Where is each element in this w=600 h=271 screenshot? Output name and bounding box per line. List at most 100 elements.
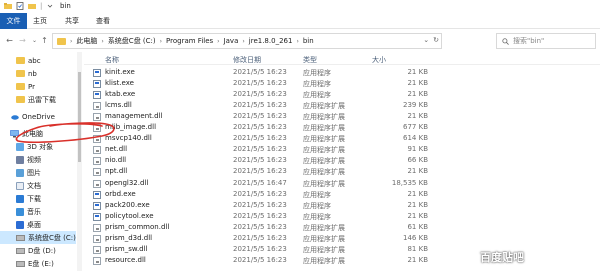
properties-icon[interactable]	[16, 2, 24, 10]
folder-icon	[16, 83, 25, 90]
file-name: policytool.exe	[105, 212, 154, 220]
table-row[interactable]: orbd.exe 2021/5/5 16:23 应用程序 21 KB	[84, 190, 600, 200]
table-row[interactable]: kinit.exe 2021/5/5 16:23 应用程序 21 KB	[84, 68, 600, 78]
sidebar-item-label: 图片	[27, 168, 41, 177]
file-name: opengl32.dll	[105, 179, 149, 187]
sidebar-item-abc[interactable]: abc	[16, 54, 41, 67]
exe-file-icon	[93, 91, 101, 99]
sidebar-item-pictures[interactable]: 图片	[16, 166, 41, 179]
sidebar-item-label: 桌面	[27, 220, 41, 229]
sidebar-item-label: D盘 (D:)	[28, 246, 56, 255]
header-divider	[84, 64, 600, 65]
file-size: 146 KB	[403, 234, 428, 242]
dll-file-icon	[93, 102, 101, 110]
table-row[interactable]: prism_d3d.dll 2021/5/5 16:23 应用程序扩展 146 KB	[84, 234, 600, 244]
sidebar-item-d-drive[interactable]: D盘 (D:)	[16, 244, 56, 257]
breadcrumb-c-drive[interactable]: 系统盘C盘 (C:)	[108, 36, 156, 46]
file-date: 2021/5/5 16:23	[233, 201, 287, 209]
file-size: 18,535 KB	[391, 179, 428, 187]
music-icon	[16, 207, 24, 216]
table-row[interactable]: opengl32.dll 2021/5/5 16:47 应用程序扩展 18,535 K…	[84, 179, 600, 189]
refresh-icon[interactable]: ↻	[433, 36, 439, 44]
file-size: 21 KB	[407, 212, 428, 220]
title-bar: | bin	[0, 0, 600, 13]
file-type: 应用程序扩展	[303, 224, 345, 232]
file-name: resource.dll	[105, 256, 146, 264]
sidebar-item-c-drive[interactable]: 系统盘C盘 (C:)	[0, 231, 76, 244]
sidebar-item-documents[interactable]: 文档	[16, 179, 41, 192]
sidebar-item-xunlei[interactable]: 迅雷下载	[16, 93, 56, 106]
chevron-right-icon: ›	[296, 37, 299, 45]
file-date: 2021/5/5 16:23	[233, 101, 287, 109]
ribbon: 文件 主页 共享 查看	[0, 13, 600, 29]
file-size: 21 KB	[407, 256, 428, 264]
tab-home[interactable]: 主页	[30, 13, 50, 29]
dll-file-icon	[93, 157, 101, 165]
table-row[interactable]: ktab.exe 2021/5/5 16:23 应用程序 21 KB	[84, 90, 600, 100]
address-controls: ⌄ ↻	[423, 36, 439, 44]
dll-file-icon	[93, 168, 101, 176]
breadcrumb-jre[interactable]: jre1.8.0_261	[249, 37, 293, 45]
breadcrumb-this-pc[interactable]: 此电脑	[76, 36, 97, 46]
scrollbar-thumb[interactable]	[78, 72, 81, 162]
sidebar-scrollbar[interactable]	[77, 52, 82, 271]
breadcrumb-java[interactable]: Java	[224, 37, 239, 45]
table-row[interactable]: mlib_image.dll 2021/5/5 16:23 应用程序扩展 677 KB	[84, 123, 600, 133]
table-row[interactable]: prism_common.dll 2021/5/5 16:23 应用程序扩展 61 K…	[84, 223, 600, 233]
sidebar-item-downloads[interactable]: 下载	[16, 192, 41, 205]
exe-file-icon	[93, 69, 101, 77]
address-dropdown-icon[interactable]: ⌄	[423, 36, 429, 44]
table-row[interactable]: nio.dll 2021/5/5 16:23 应用程序扩展 66 KB	[84, 156, 600, 166]
file-date: 2021/5/5 16:23	[233, 145, 287, 153]
file-type: 应用程序扩展	[303, 113, 345, 121]
forward-arrow-icon[interactable]: →	[18, 36, 27, 45]
search-icon	[502, 37, 509, 45]
file-date: 2021/5/5 16:47	[233, 179, 287, 187]
tab-view[interactable]: 查看	[93, 13, 113, 29]
new-folder-icon[interactable]	[28, 2, 36, 10]
sidebar-item-nb[interactable]: nb	[16, 67, 37, 80]
folder-icon	[16, 57, 25, 64]
breadcrumb-bin[interactable]: bin	[303, 37, 314, 45]
back-arrow-icon[interactable]: ←	[5, 36, 14, 45]
table-row[interactable]: pack200.exe 2021/5/5 16:23 应用程序 21 KB	[84, 201, 600, 211]
folder-icon	[4, 3, 12, 9]
file-type: 应用程序	[303, 191, 331, 199]
file-size: 677 KB	[403, 123, 428, 131]
table-row[interactable]: policytool.exe 2021/5/5 16:23 应用程序 21 KB	[84, 212, 600, 222]
breadcrumb-program-files[interactable]: Program Files	[166, 37, 213, 45]
sidebar-item-label: nb	[28, 69, 37, 78]
sidebar-item-e-drive[interactable]: E盘 (E:)	[16, 257, 54, 270]
file-size: 21 KB	[407, 112, 428, 120]
drive-icon	[16, 260, 25, 267]
file-size: 66 KB	[407, 156, 428, 164]
table-row[interactable]: npt.dll 2021/5/5 16:23 应用程序扩展 21 KB	[84, 167, 600, 177]
search-input[interactable]: 搜索"bin"	[496, 33, 596, 49]
address-box[interactable]: › 此电脑 › 系统盘C盘 (C:) › Program Files › Jav…	[52, 33, 442, 49]
table-row[interactable]: net.dll 2021/5/5 16:23 应用程序扩展 91 KB	[84, 145, 600, 155]
file-date: 2021/5/5 16:23	[233, 234, 287, 242]
sidebar-item-label: 视频	[27, 155, 41, 164]
table-row[interactable]: klist.exe 2021/5/5 16:23 应用程序 21 KB	[84, 79, 600, 89]
download-icon	[16, 194, 24, 203]
red-annotation-circle	[15, 122, 115, 143]
sidebar-item-desktop[interactable]: 桌面	[16, 218, 41, 231]
file-size: 81 KB	[407, 245, 428, 253]
sidebar-item-videos[interactable]: 视频	[16, 153, 41, 166]
table-row[interactable]: lcms.dll 2021/5/5 16:23 应用程序扩展 239 KB	[84, 101, 600, 111]
tab-share[interactable]: 共享	[62, 13, 82, 29]
file-type: 应用程序扩展	[303, 124, 345, 132]
table-row[interactable]: management.dll 2021/5/5 16:23 应用程序扩展 21 KB	[84, 112, 600, 122]
up-arrow-icon[interactable]: ↑	[40, 36, 49, 45]
chevron-down-icon[interactable]	[46, 2, 54, 10]
sidebar-item-pr[interactable]: Pr	[16, 80, 35, 93]
sidebar-item-label: 音乐	[27, 207, 41, 216]
sidebar-item-music[interactable]: 音乐	[16, 205, 41, 218]
sidebar-item-label: 下载	[27, 194, 41, 203]
tab-file[interactable]: 文件	[0, 13, 27, 29]
recent-chevron-icon[interactable]: ⌄	[30, 36, 39, 45]
watermark-logo: 百度贴吧	[480, 251, 524, 264]
table-row[interactable]: msvcp140.dll 2021/5/5 16:23 应用程序扩展 614 KB	[84, 134, 600, 144]
sidebar-item-label: Pr	[28, 82, 35, 91]
file-size: 21 KB	[407, 90, 428, 98]
